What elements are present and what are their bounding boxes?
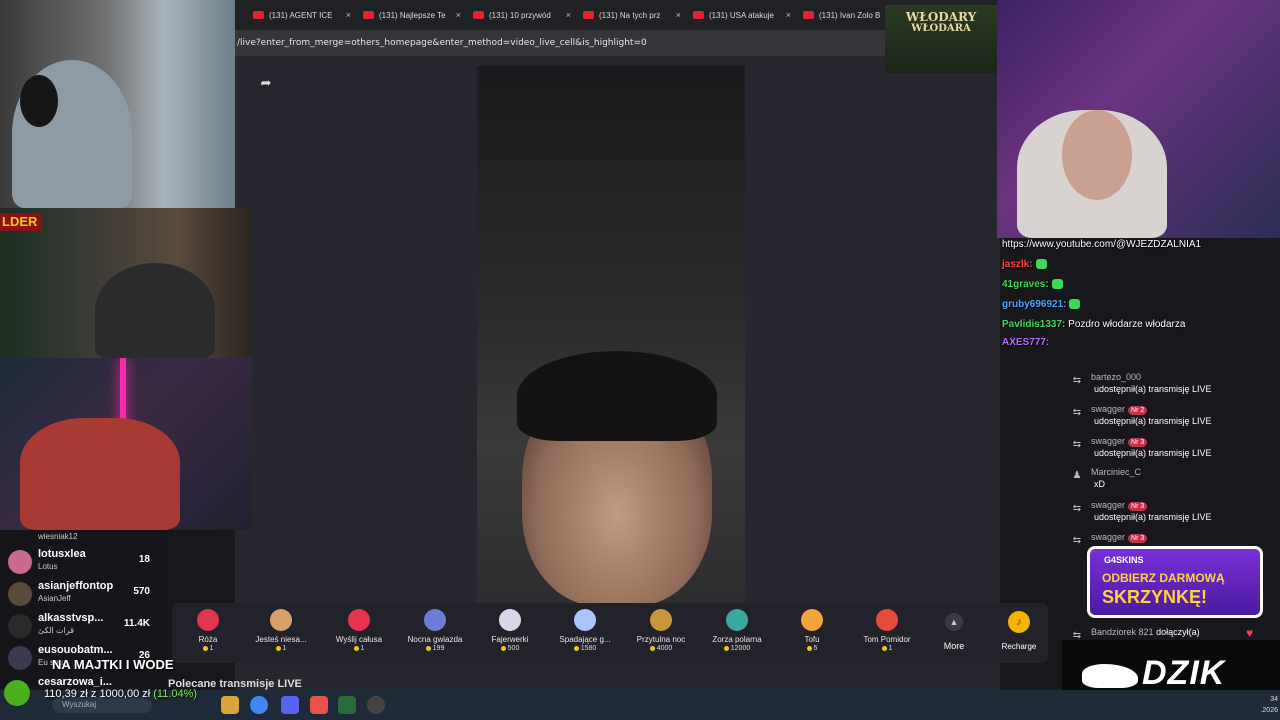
youtube-icon <box>583 11 594 19</box>
avatar <box>8 646 32 670</box>
close-tab-icon[interactable]: × <box>676 10 681 20</box>
g4skins-promo: G4SKINS ODBIERZ DARMOWĄ SKRZYNKĘ! <box>1087 546 1263 618</box>
wlodary-overlay: WŁODARY WŁODARA <box>885 5 997 73</box>
webcam-lower-left <box>0 358 252 530</box>
live-video[interactable] <box>477 66 745 606</box>
avatar <box>8 550 32 574</box>
rank-badge: Nr 3 <box>1128 438 1148 447</box>
goal-icon <box>4 680 30 706</box>
list-item[interactable]: lotusxlea Lotus 18 <box>8 546 168 576</box>
folder-icon[interactable] <box>221 696 239 714</box>
browser-tab[interactable]: (131) Najlepsze Te × <box>357 4 467 26</box>
goal-title: NA MAJTKI I WODE <box>52 657 174 672</box>
tomato-icon <box>876 609 898 631</box>
system-clock: 34.2026 <box>1260 696 1278 714</box>
chat-message: https://www.youtube.com/@WJEZDZALNIA1 <box>1002 239 1202 250</box>
screen: (131) AGENT ICE × (131) Najlepsze Te × (13… <box>0 0 1280 720</box>
close-tab-icon[interactable]: × <box>346 10 351 20</box>
boar-icon <box>1082 664 1138 688</box>
close-tab-icon[interactable]: × <box>786 10 791 20</box>
overlay-line1: WŁODARY <box>905 10 977 24</box>
gift-item[interactable]: Nocna gwiazda 199 <box>398 607 472 652</box>
url-text: /live?enter_from_merge=others_homepage&e… <box>237 38 647 48</box>
channel-tag: LDER <box>0 213 42 231</box>
share-icon: ⇆ <box>1072 535 1082 546</box>
streamer-hair <box>517 351 717 441</box>
chrome-icon[interactable] <box>250 696 268 714</box>
webcam-person <box>20 418 180 530</box>
share-icon: ⇆ <box>1072 503 1082 514</box>
app-icon[interactable] <box>310 696 328 714</box>
youtube-icon <box>363 11 374 19</box>
chat-message: gruby696921: <box>1002 299 1081 310</box>
browser-tab[interactable]: (131) 10 przywód × <box>467 4 577 26</box>
gift-item[interactable]: Spadające g... 1580 <box>548 607 622 652</box>
share-icon: ⇆ <box>1072 439 1082 450</box>
obs-icon[interactable] <box>367 696 385 714</box>
youtube-icon <box>473 11 484 19</box>
rose-icon <box>197 609 219 631</box>
webcam-top-left <box>0 0 235 208</box>
webcam-top-right <box>997 0 1280 238</box>
browser-tab[interactable]: (131) AGENT ICE × <box>247 4 357 26</box>
gift-item[interactable]: Przytulna noc 4000 <box>624 607 698 652</box>
gift-item[interactable]: Zorza polarna 12000 <box>700 607 774 652</box>
close-tab-icon[interactable]: × <box>456 10 461 20</box>
youtube-icon <box>693 11 704 19</box>
hamster-icon <box>270 609 292 631</box>
gift-item[interactable]: Tom Pomidor 1 <box>850 607 924 652</box>
chat-message: Pavlidis1337: Pozdro włodarze włodarza <box>1002 319 1186 330</box>
avatar <box>8 582 32 606</box>
recharge-button[interactable]: ♪ Recharge <box>990 608 1048 651</box>
share-icon: ⇆ <box>1072 407 1082 418</box>
stream-chat-overlay: https://www.youtube.com/@WJEZDZALNIA1 ja… <box>997 238 1280 356</box>
emote-icon <box>1035 259 1047 270</box>
gift-item[interactable]: Wyślij całusa 1 <box>322 607 396 652</box>
chat-message: 41graves: <box>1002 279 1063 290</box>
ghost-icon <box>424 609 446 631</box>
excel-icon[interactable] <box>338 696 356 714</box>
avatar <box>8 614 32 638</box>
goal-progress: 110,39 zł z 1000,00 zł (11.04%) <box>44 688 198 700</box>
browser-tab[interactable]: (131) Na tych prz × <box>577 4 687 26</box>
list-item[interactable]: asianjeffontop AsianJeff 570 <box>8 578 168 608</box>
star-icon <box>574 609 596 631</box>
close-tab-icon[interactable]: × <box>566 10 571 20</box>
webcam-head <box>1062 110 1132 200</box>
youtube-icon <box>253 11 264 19</box>
aurora-icon <box>726 609 748 631</box>
emote-icon <box>1051 279 1063 290</box>
share-arrow-icon[interactable]: ➦ <box>255 72 277 94</box>
user-icon: ♟ <box>1072 470 1082 481</box>
gift-item[interactable]: Tofu 5 <box>775 607 849 652</box>
list-item[interactable]: alkasstvsp... قرات الكئ 11.4K <box>8 610 168 640</box>
chat-message: AXES777: <box>1002 337 1050 348</box>
gift-item[interactable]: Róża 1 <box>171 607 245 652</box>
youtube-icon <box>803 11 814 19</box>
cozy-night-icon <box>650 609 672 631</box>
headset <box>20 75 58 127</box>
coin-icon: ♪ <box>1008 611 1030 633</box>
rank-badge: Nr 2 <box>1128 406 1148 415</box>
gift-item[interactable]: Jesteś niesa... 1 <box>244 607 318 652</box>
gift-item[interactable]: Fajerwerki 500 <box>473 607 547 652</box>
rank-badge: Nr 3 <box>1128 502 1148 511</box>
fireworks-icon <box>499 609 521 631</box>
overlay-line2: WŁODARA <box>911 23 971 34</box>
chat-message: jaszlk: <box>1002 259 1047 270</box>
rank-badge: Nr 3 <box>1128 534 1148 543</box>
tofu-icon <box>801 609 823 631</box>
browser-tab[interactable]: (131) USA atakuje × <box>687 4 797 26</box>
webcam-person <box>95 263 215 358</box>
more-gifts-button[interactable]: ▲ More <box>934 610 974 651</box>
share-icon: ⇆ <box>1072 375 1082 386</box>
lips-icon <box>348 609 370 631</box>
discord-icon[interactable] <box>281 696 299 714</box>
chevron-up-icon: ▲ <box>945 613 963 631</box>
webcam-middle-left: LDER <box>0 208 252 358</box>
heart-icon[interactable]: ♥ <box>1246 626 1253 640</box>
emote-icon <box>1069 299 1081 310</box>
